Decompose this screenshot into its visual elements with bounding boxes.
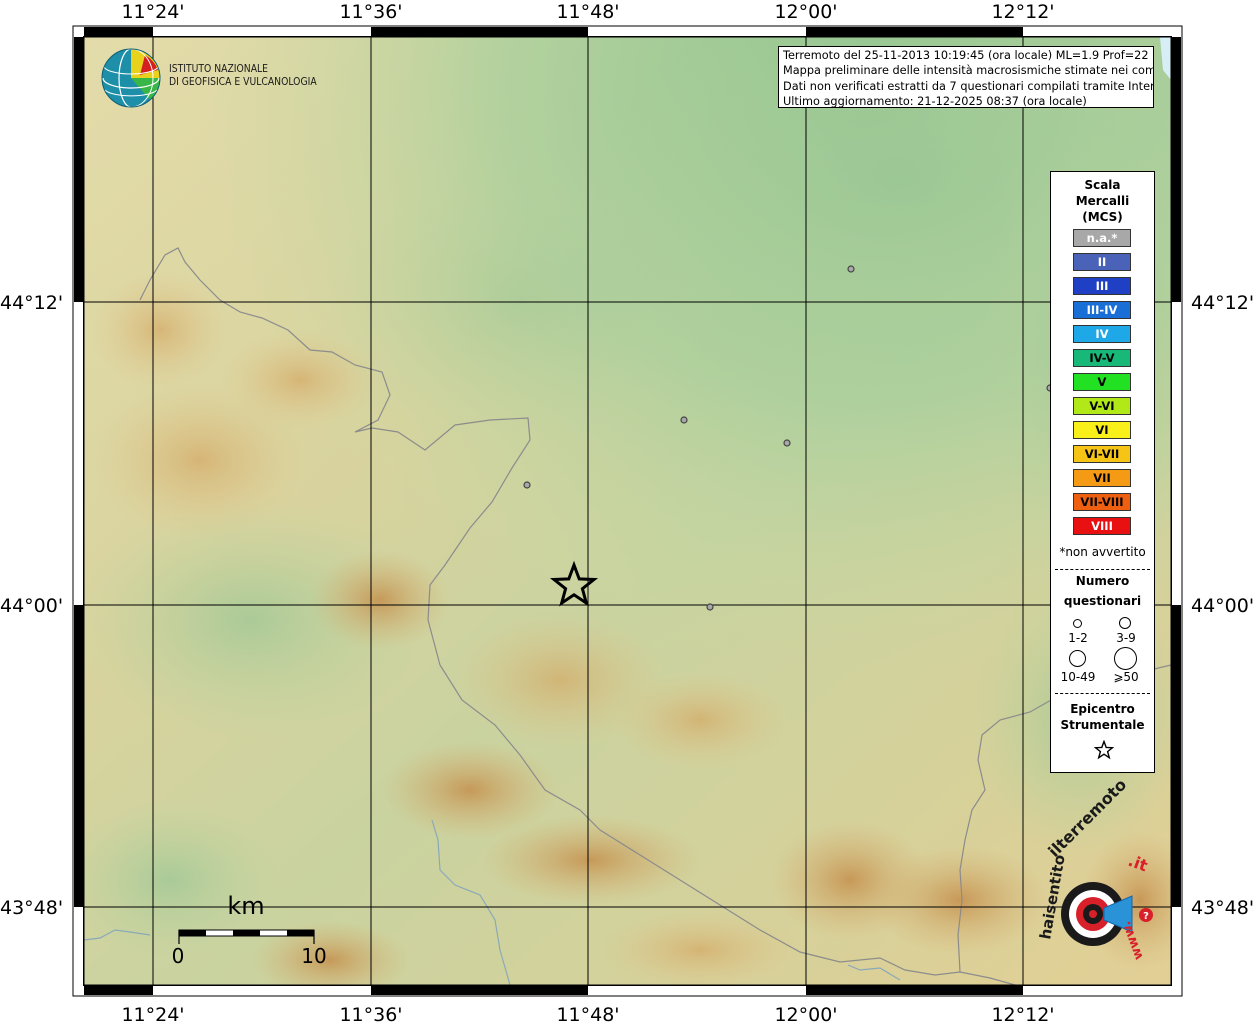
report-point[interactable]	[847, 265, 855, 273]
lon-label-bottom: 11°24'	[121, 1004, 184, 1024]
report-point[interactable]	[706, 603, 714, 611]
lon-label-top: 11°48'	[556, 1, 619, 23]
lon-label-bottom: 12°12'	[991, 1004, 1054, 1024]
intensity-swatch: IV-V	[1073, 349, 1131, 367]
count-label: 1-2	[1068, 631, 1088, 645]
intensity-swatch: n.a.*	[1073, 229, 1131, 247]
intensity-map: 11°24' 11°36' 11°48' 12°00' 12°12' 11°24…	[0, 0, 1255, 1026]
data-source-line: Dati non verificati estratti da 7 questi…	[783, 79, 1154, 93]
epicenter-title-line2: Strumentale	[1060, 718, 1145, 732]
ingv-name-line1: ISTITUTO NAZIONALE	[169, 63, 269, 75]
report-point[interactable]	[680, 416, 688, 424]
count-title-line1: Numero	[1075, 574, 1130, 588]
event-info-box: Terremoto del 25-11-2013 10:19:45 (ora l…	[778, 46, 1154, 108]
count-circle-10-49	[1069, 650, 1086, 667]
epicenter-title-line1: Epicentro	[1070, 702, 1135, 716]
intensity-swatch: V	[1073, 373, 1131, 391]
intensity-swatch: II	[1073, 253, 1131, 271]
lon-label-top: 11°24'	[121, 1, 184, 23]
intensity-swatch: VII-VIII	[1073, 493, 1131, 511]
not-felt-note: *non avvertito	[1059, 545, 1146, 559]
lon-label-bottom: 11°36'	[339, 1004, 402, 1024]
intensity-swatch: VI-VII	[1073, 445, 1131, 463]
intensity-swatch: VI	[1073, 421, 1131, 439]
intensity-swatch: VIII	[1073, 517, 1131, 535]
lat-label-left: 44°00'	[0, 595, 63, 617]
intensity-legend: Scala Mercalli (MCS) n.a.* II III III-IV IV I…	[1050, 171, 1155, 773]
event-line: Terremoto del 25-11-2013 10:19:45 (ora l…	[783, 49, 1154, 62]
map-description-line: Mappa preliminare delle intensità macros…	[783, 64, 1154, 78]
lat-label-left: 44°12'	[0, 292, 63, 314]
lon-label-bottom: 12°00'	[774, 1004, 837, 1024]
intensity-swatch: III-IV	[1073, 301, 1131, 319]
count-label: ⩾50	[1113, 670, 1139, 684]
scale-start: 0	[172, 944, 185, 968]
lon-label-bottom: 11°48'	[556, 1004, 619, 1024]
lon-label-top: 12°00'	[774, 1, 837, 23]
count-title-line2: questionari	[1063, 594, 1142, 608]
update-line: Ultimo aggiornamento: 21-12-2025 08:37 (…	[783, 94, 1087, 108]
count-circle-3-9	[1119, 617, 1131, 629]
report-point[interactable]	[783, 439, 791, 447]
intensity-swatch: III	[1073, 277, 1131, 295]
legend-separator	[1055, 693, 1150, 694]
legend-title-line2: Mercalli	[1075, 194, 1130, 208]
intensity-swatch: VII	[1073, 469, 1131, 487]
intensity-swatch: V-VI	[1073, 397, 1131, 415]
legend-separator	[1055, 569, 1150, 570]
count-circle-1-2	[1073, 619, 1082, 628]
lat-label-right: 43°48'	[1191, 897, 1254, 919]
scale-unit: km	[227, 892, 264, 920]
lat-label-right: 44°00'	[1191, 595, 1254, 617]
ingv-name: ISTITUTO NAZIONALE DI GEOFISICA E VULCAN…	[169, 63, 317, 89]
count-label: 10-49	[1060, 670, 1096, 684]
legend-title-line3: (MCS)	[1082, 210, 1123, 224]
lon-label-top: 11°36'	[339, 1, 402, 23]
scale-end: 10	[301, 944, 326, 968]
svg-text:?: ?	[1143, 911, 1149, 922]
ingv-globe-logo	[101, 48, 161, 108]
legend-title-line1: Scala	[1084, 178, 1121, 192]
count-circle-50	[1114, 647, 1137, 670]
count-label: 3-9	[1116, 631, 1136, 645]
lat-label-left: 43°48'	[0, 897, 63, 919]
lon-label-top: 12°12'	[991, 1, 1054, 23]
lat-label-right: 44°12'	[1191, 292, 1254, 314]
report-point[interactable]	[523, 481, 531, 489]
legend-star-icon	[1094, 740, 1114, 760]
intensity-swatch: IV	[1073, 325, 1131, 343]
ingv-name-line2: DI GEOFISICA E VULCANOLOGIA	[169, 76, 317, 88]
